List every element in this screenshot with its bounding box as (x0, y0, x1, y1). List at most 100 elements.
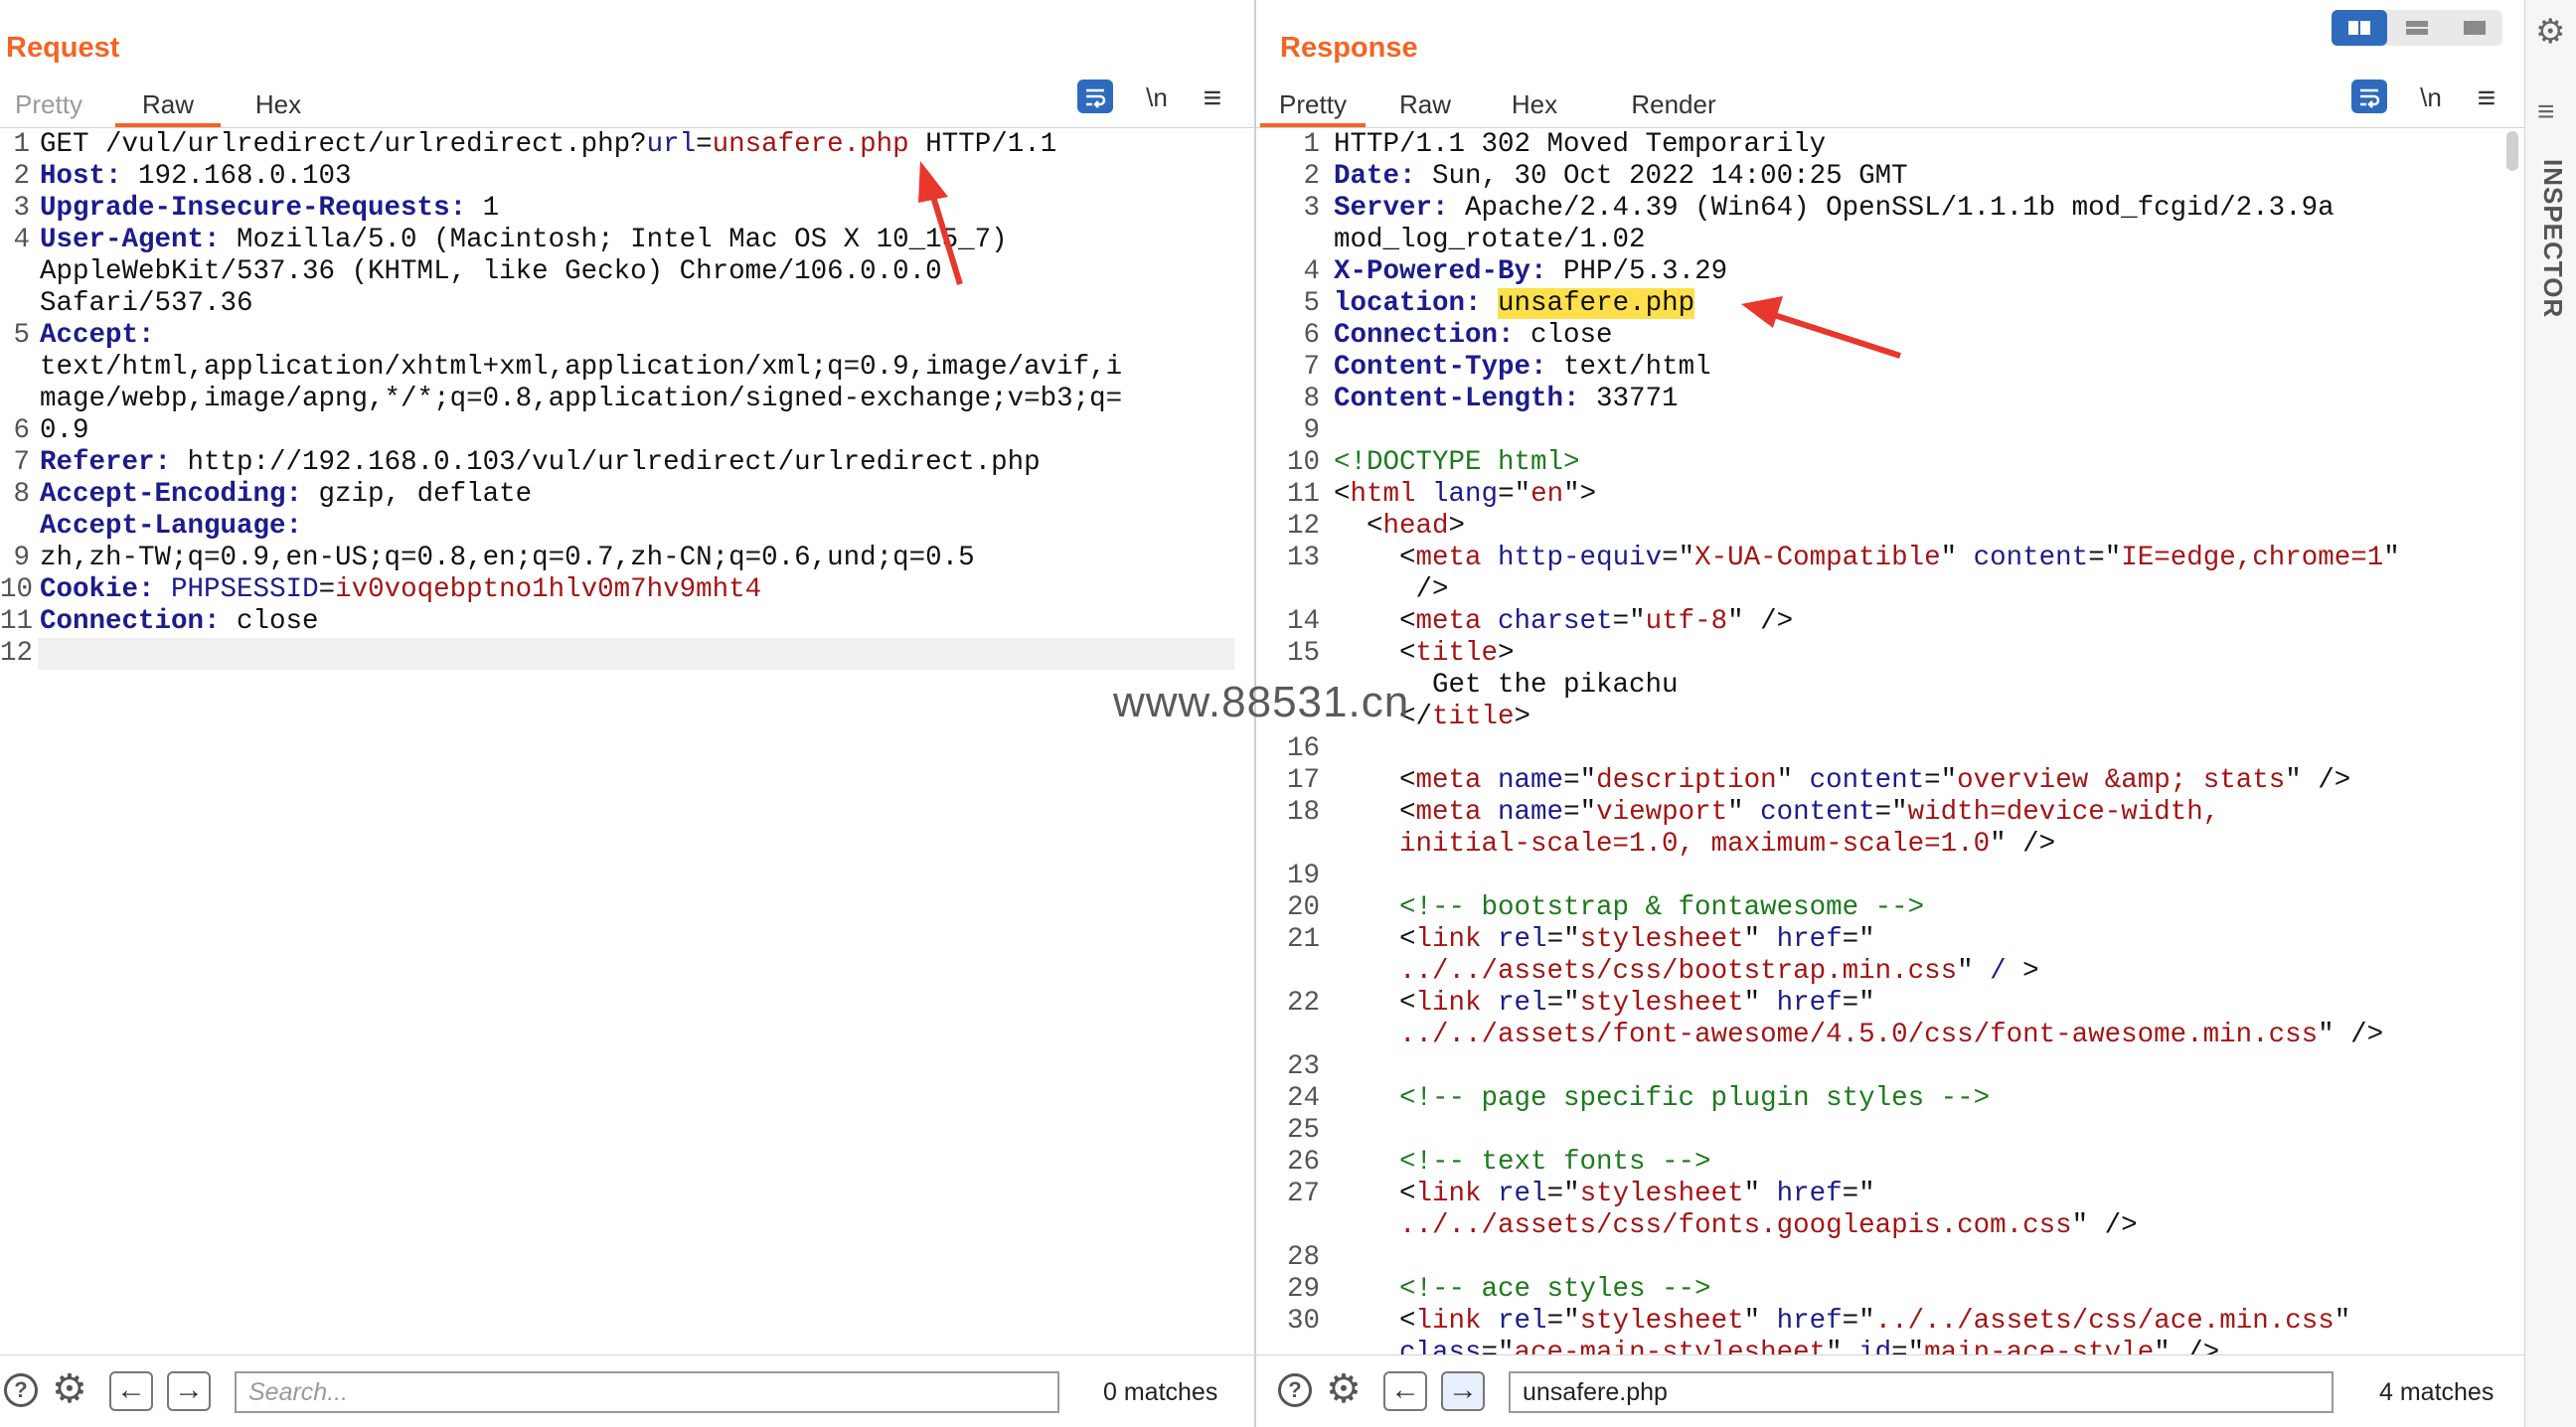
code-line[interactable]: <!DOCTYPE html> (1334, 447, 1580, 479)
code-line[interactable]: /> (1334, 574, 1449, 606)
gear-icon[interactable]: ⚙ (1326, 1367, 1362, 1411)
code-line[interactable]: <!-- bootstrap & fontawesome --> (1334, 892, 1924, 924)
code-line[interactable]: Referer: http://192.168.0.103/vul/urlred… (40, 447, 1041, 479)
code-token: Sun, 30 Oct 2022 14:00:25 GMT (1415, 161, 1908, 192)
line-number: 19 (1286, 861, 1320, 891)
code-line[interactable]: Connection: close (40, 606, 319, 638)
code-line[interactable]: Content-Type: text/html (1334, 352, 1711, 384)
wrap-lines-button[interactable] (2351, 79, 2387, 113)
scrollbar-thumb[interactable] (2506, 131, 2518, 171)
next-match-button[interactable]: → (167, 1371, 211, 1411)
code-token: meta (1415, 797, 1482, 828)
code-line[interactable]: <!-- ace styles --> (1334, 1274, 1711, 1306)
code-line[interactable]: <title> (1334, 638, 1515, 670)
previous-match-button[interactable]: ← (1383, 1371, 1427, 1411)
split-rows-button[interactable] (2389, 10, 2445, 46)
code-token: > (1498, 638, 1515, 669)
code-line[interactable]: Host: 192.168.0.103 (40, 161, 352, 193)
show-newlines-button[interactable]: \n (1137, 78, 1177, 117)
code-line[interactable]: <head> (1334, 511, 1465, 543)
line-number: 20 (1286, 892, 1320, 923)
code-line[interactable]: <meta name="description" content="overvi… (1334, 765, 2350, 797)
tab-render[interactable]: Render (1624, 83, 1723, 125)
gear-icon[interactable]: ⚙ (52, 1367, 87, 1411)
code-line[interactable]: X-Powered-By: PHP/5.3.29 (1334, 256, 1727, 288)
code-token: ../../assets/css/fonts.googleapis.com.cs… (1399, 1210, 2072, 1241)
code-token: =" (1498, 479, 1531, 510)
help-icon[interactable]: ? (1278, 1373, 1312, 1407)
code-line[interactable]: zh,zh-TW;q=0.9,en-US;q=0.8,en;q=0.7,zh-C… (40, 543, 975, 574)
line-number: 1 (13, 129, 30, 160)
previous-match-button[interactable]: ← (109, 1371, 153, 1411)
code-line[interactable]: class="ace-main-stylesheet" id="main-ace… (1334, 1338, 2219, 1355)
code-line[interactable]: Accept: (40, 320, 155, 352)
code-line[interactable]: <meta name="viewport" content="width=dev… (1334, 797, 2219, 829)
code-token: <!-- page specific plugin styles --> (1334, 1083, 1991, 1114)
tab-pretty[interactable]: Pretty (1260, 83, 1366, 127)
code-line[interactable]: <!-- page specific plugin styles --> (1334, 1083, 1990, 1115)
code-line[interactable]: AppleWebKit/537.36 (KHTML, like Gecko) C… (40, 256, 942, 288)
search-input[interactable]: Search... (235, 1371, 1059, 1413)
tab-pretty[interactable]: Pretty (14, 83, 83, 125)
response-editor[interactable]: 1 HTTP/1.1 302 Moved Temporarily 2 Date: Su… (1256, 129, 2524, 1355)
inspector-tab[interactable]: INSPECTOR (2537, 159, 2568, 318)
line-number: 6 (13, 415, 30, 446)
tab-hex[interactable]: Hex (1505, 83, 1564, 125)
line-number: 18 (1286, 797, 1320, 828)
code-line[interactable]: text/html,application/xhtml+xml,applicat… (40, 352, 1122, 384)
code-line[interactable]: <meta http-equiv="X-UA-Compatible" conte… (1334, 543, 2400, 574)
menu-icon[interactable]: ≡ (1193, 78, 1232, 117)
code-line[interactable]: HTTP/1.1 302 Moved Temporarily (1334, 129, 1826, 161)
line-number: 1 (1303, 129, 1320, 160)
split-columns-button[interactable] (2332, 10, 2387, 46)
code-token: rel (1498, 924, 1547, 955)
code-line[interactable]: mage/webp,image/apng,*/*;q=0.8,applicati… (40, 384, 1122, 415)
line-number: 29 (1286, 1274, 1320, 1305)
code-line[interactable]: <meta charset="utf-8" /> (1334, 606, 1793, 638)
code-line[interactable]: GET /vul/urlredirect/urlredirect.php?url… (40, 129, 1056, 161)
code-line[interactable]: <link rel="stylesheet" href=" (1334, 988, 1875, 1020)
code-line[interactable]: Accept-Encoding: gzip, deflate (40, 479, 532, 511)
next-match-button[interactable]: → (1441, 1371, 1485, 1411)
code-line[interactable]: ../../assets/font-awesome/4.5.0/css/font… (1334, 1020, 2383, 1051)
search-input[interactable]: unsafere.php (1509, 1371, 2334, 1413)
code-line[interactable]: <html lang="en"> (1334, 479, 1596, 511)
code-line[interactable]: Upgrade-Insecure-Requests: 1 (40, 193, 499, 225)
single-pane-button[interactable] (2447, 10, 2502, 46)
code-line[interactable]: Safari/537.36 (40, 288, 253, 320)
code-line[interactable]: <link rel="stylesheet" href="../../asset… (1334, 1306, 2350, 1338)
menu-icon[interactable]: ≡ (2467, 78, 2506, 117)
code-token: Connection: (40, 606, 221, 637)
code-token: Referer: (40, 447, 172, 478)
gear-icon[interactable]: ⚙ (2535, 12, 2565, 52)
code-line[interactable]: ../../assets/css/fonts.googleapis.com.cs… (1334, 1210, 2138, 1242)
line-number: 21 (1286, 924, 1320, 955)
code-line[interactable]: Content-Length: 33771 (1334, 384, 1679, 415)
code-line[interactable]: Server: Apache/2.4.39 (Win64) OpenSSL/1.… (1334, 193, 2334, 225)
code-token: text/html (1546, 352, 1711, 383)
code-line[interactable]: <link rel="stylesheet" href=" (1334, 1179, 1875, 1210)
code-line[interactable]: mod_log_rotate/1.02 (1334, 225, 1646, 256)
tab-raw[interactable]: Raw (115, 83, 221, 127)
code-line[interactable]: initial-scale=1.0, maximum-scale=1.0" /> (1334, 829, 2055, 861)
code-line[interactable]: <!-- text fonts --> (1334, 1147, 1711, 1179)
code-line[interactable]: ../../assets/css/bootstrap.min.css" / > (1334, 956, 2039, 988)
request-search-bar: ? ⚙ ← → Search... 0 matches (0, 1354, 1254, 1427)
code-line[interactable]: Connection: close (1334, 320, 1613, 352)
code-line[interactable]: Accept-Language: (40, 511, 302, 543)
code-line[interactable]: 0.9 (40, 415, 89, 447)
tab-raw[interactable]: Raw (1395, 83, 1455, 125)
code-line[interactable]: Cookie: PHPSESSID=iv0voqebptno1hlv0m7hv9… (40, 574, 761, 606)
tab-hex[interactable]: Hex (248, 83, 308, 125)
code-token: <!DOCTYPE html> (1334, 447, 1580, 478)
request-editor[interactable]: 1 GET /vul/urlredirect/urlredirect.php?ur… (0, 129, 1254, 1355)
code-line[interactable]: location: unsafere.php (1334, 288, 1695, 320)
code-line[interactable]: <link rel="stylesheet" href=" (1334, 924, 1875, 956)
code-line[interactable]: User-Agent: Mozilla/5.0 (Macintosh; Inte… (40, 225, 1008, 256)
wrap-lines-button[interactable] (1077, 79, 1113, 113)
menu-icon[interactable]: ≡ (2537, 95, 2555, 129)
help-icon[interactable]: ? (4, 1373, 38, 1407)
show-newlines-button[interactable]: \n (2411, 78, 2451, 117)
code-line[interactable]: Date: Sun, 30 Oct 2022 14:00:25 GMT (1334, 161, 1908, 193)
